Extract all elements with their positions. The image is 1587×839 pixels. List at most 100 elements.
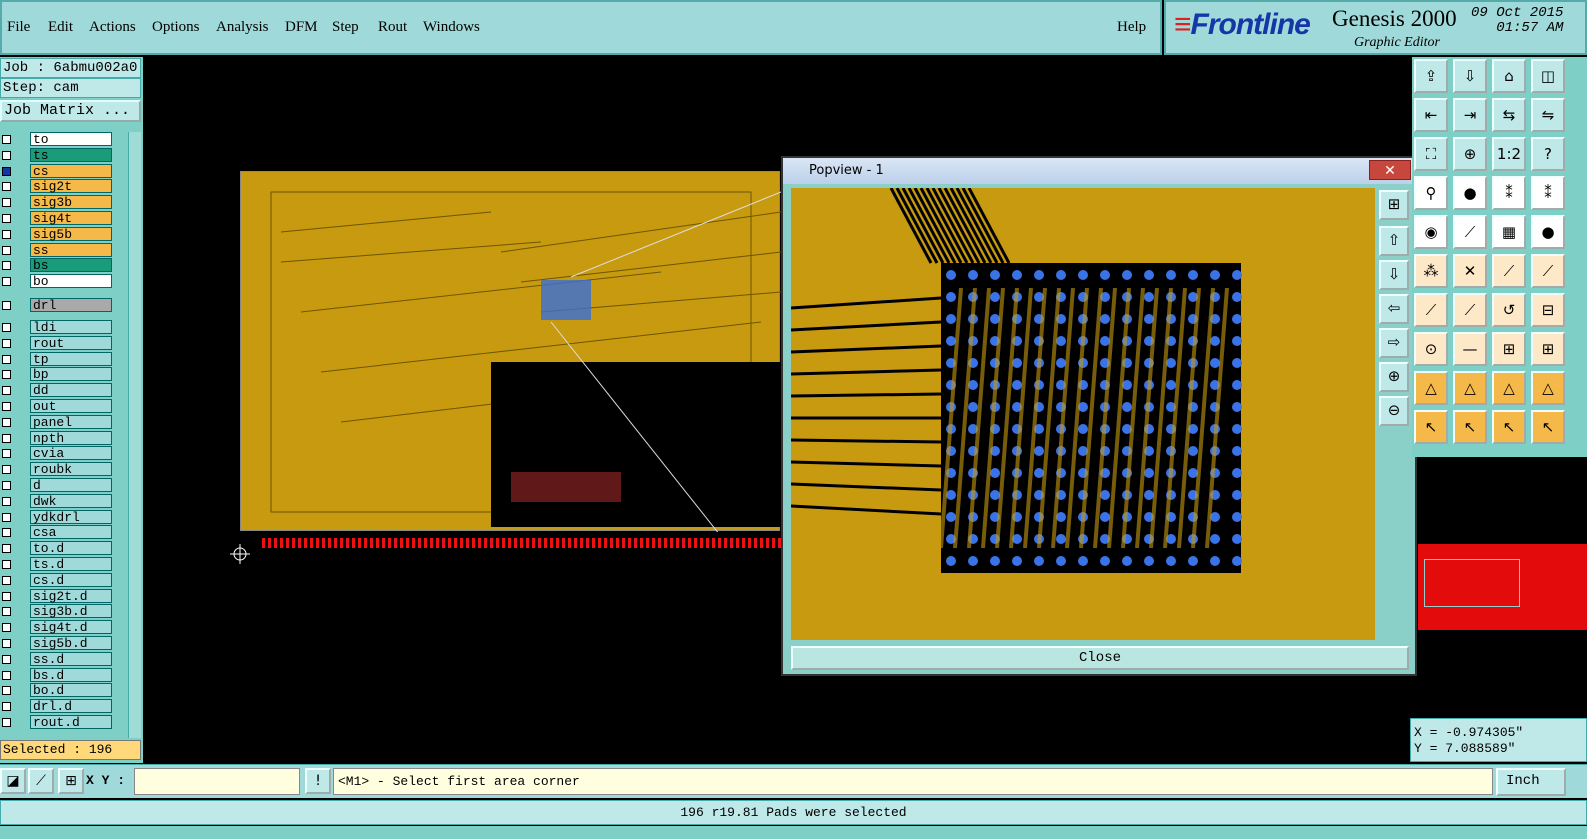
layer-checkbox[interactable] <box>2 135 11 144</box>
layer-name[interactable]: out <box>30 399 112 414</box>
tool-button-28-icon[interactable]: ⊟ <box>1531 293 1565 327</box>
layer-row-bs.d[interactable]: bs.d <box>0 667 127 683</box>
measure-icon[interactable]: ⟋ <box>28 768 54 794</box>
tool-button-21-icon[interactable]: ⁂ <box>1414 254 1448 288</box>
tool-button-15-icon[interactable]: ⁑ <box>1492 176 1526 210</box>
layer-checkbox[interactable] <box>2 528 11 538</box>
layer-row-sig3b.d[interactable]: sig3b.d <box>0 604 127 619</box>
popview-titlebar[interactable]: Popview - 1 <box>783 158 1415 184</box>
layer-row-npth[interactable]: npth <box>0 430 127 446</box>
layer-row-rout[interactable]: rout <box>0 335 127 351</box>
layer-name[interactable]: bo <box>30 274 112 289</box>
layer-row-ldi[interactable]: ldi <box>0 320 127 335</box>
menu-analysis[interactable]: Analysis <box>216 19 269 36</box>
layer-row-sig5b.d[interactable]: sig5b.d <box>0 636 127 651</box>
popview-close-button[interactable]: Close <box>791 646 1409 670</box>
layer-row-dd[interactable]: dd <box>0 383 127 398</box>
tool-button-7-icon[interactable]: ⇆ <box>1492 98 1526 132</box>
layer-row-cs[interactable]: cs <box>0 163 127 179</box>
layer-name[interactable]: cs.d <box>30 572 112 587</box>
popview-down-icon[interactable]: ⇩ <box>1379 260 1409 290</box>
tool-button-26-icon[interactable]: ⟋ <box>1453 293 1487 327</box>
layer-checkbox[interactable] <box>2 386 11 396</box>
unit-selector[interactable]: Inch <box>1496 768 1566 796</box>
layer-checkbox[interactable] <box>2 182 11 192</box>
tool-button-9-icon[interactable]: ⛶ <box>1414 137 1448 171</box>
tool-button-12-icon[interactable]: ? <box>1531 137 1565 171</box>
popview-fit-icon[interactable]: ⊞ <box>1379 190 1409 220</box>
layer-name[interactable]: npth <box>30 430 112 445</box>
layer-checkbox[interactable] <box>2 496 11 506</box>
layer-row-ss.d[interactable]: ss.d <box>0 651 127 667</box>
tool-button-30-icon[interactable]: — <box>1453 332 1487 366</box>
layer-name[interactable]: sig5b <box>30 226 112 241</box>
layer-checkbox[interactable] <box>2 229 11 239</box>
layer-checkbox[interactable] <box>2 417 11 427</box>
popview-zoomed-bga[interactable] <box>791 188 1375 640</box>
layer-name[interactable]: bs <box>30 258 112 273</box>
tool-button-8-icon[interactable]: ⇋ <box>1531 98 1565 132</box>
layer-checkbox[interactable] <box>2 354 11 364</box>
tool-button-1-icon[interactable]: ⇪ <box>1414 59 1448 93</box>
layer-row-sig4t[interactable]: sig4t <box>0 211 127 226</box>
tool-button-16-icon[interactable]: ⁑ <box>1531 176 1565 210</box>
layer-row-sig4t.d[interactable]: sig4t.d <box>0 620 127 635</box>
job-matrix-button[interactable]: Job Matrix ... <box>0 100 141 122</box>
layer-row-to[interactable]: to <box>0 132 127 147</box>
layer-row-d[interactable]: d <box>0 478 127 493</box>
menu-help[interactable]: Help <box>1117 19 1146 36</box>
layer-checkbox[interactable] <box>2 261 11 271</box>
zoom-area-icon[interactable]: ◪ <box>0 768 26 794</box>
layer-checkbox[interactable] <box>2 277 11 287</box>
layer-checkbox[interactable] <box>2 449 11 459</box>
layer-checkbox[interactable] <box>2 544 11 554</box>
layer-name[interactable]: ts.d <box>30 557 112 572</box>
layer-row-ss[interactable]: ss <box>0 242 127 258</box>
layer-name[interactable]: sig2t <box>30 179 112 194</box>
popview-close-icon[interactable]: ✕ <box>1369 160 1411 180</box>
layer-name[interactable]: panel <box>30 414 112 429</box>
layer-checkbox[interactable] <box>2 686 11 696</box>
popview-up-icon[interactable]: ⇧ <box>1379 226 1409 256</box>
tool-button-14-icon[interactable]: ● <box>1453 176 1487 210</box>
layer-name[interactable]: dwk <box>30 493 112 508</box>
layer-row-sig5b[interactable]: sig5b <box>0 226 127 242</box>
tool-button-40-icon[interactable]: ↖ <box>1531 410 1565 444</box>
layer-name[interactable]: bp <box>30 367 112 382</box>
tool-button-4-icon[interactable]: ◫ <box>1531 59 1565 93</box>
tool-button-5-icon[interactable]: ⇤ <box>1414 98 1448 132</box>
tool-button-3-icon[interactable]: ⌂ <box>1492 59 1526 93</box>
tool-button-31-icon[interactable]: ⊞ <box>1492 332 1526 366</box>
tool-button-6-icon[interactable]: ⇥ <box>1453 98 1487 132</box>
layer-name[interactable]: sig3b.d <box>30 604 112 619</box>
tool-button-33-icon[interactable]: △ <box>1414 371 1448 405</box>
layer-row-cs.d[interactable]: cs.d <box>0 572 127 588</box>
overview-view-box[interactable] <box>1424 559 1520 607</box>
tool-button-38-icon[interactable]: ↖ <box>1453 410 1487 444</box>
menu-dfm[interactable]: DFM <box>285 19 318 36</box>
layer-checkbox[interactable] <box>2 323 11 332</box>
layer-name[interactable]: sig4t <box>30 211 112 226</box>
layer-name[interactable]: ts <box>30 147 112 162</box>
grid-icon[interactable]: ⊞ <box>58 768 84 794</box>
popview-left-icon[interactable]: ⇦ <box>1379 294 1409 324</box>
layer-checkbox[interactable] <box>2 623 11 633</box>
layer-row-bs[interactable]: bs <box>0 258 127 273</box>
layer-checkbox[interactable] <box>2 560 11 569</box>
layer-name[interactable]: roubk <box>30 462 112 477</box>
layer-checkbox[interactable] <box>2 245 11 255</box>
menu-rout[interactable]: Rout <box>378 19 407 36</box>
tool-button-37-icon[interactable]: ↖ <box>1414 410 1448 444</box>
layer-row-sig2t[interactable]: sig2t <box>0 179 127 194</box>
popview-zoom-in-icon[interactable]: ⊕ <box>1379 362 1409 392</box>
layer-name[interactable]: sig4t.d <box>30 620 112 635</box>
layer-row-out[interactable]: out <box>0 399 127 414</box>
popview-right-icon[interactable]: ⇨ <box>1379 328 1409 358</box>
layer-row-ydkdrl[interactable]: ydkdrl <box>0 509 127 525</box>
layer-checkbox[interactable] <box>2 402 11 411</box>
tool-button-22-icon[interactable]: ✕ <box>1453 254 1487 288</box>
layer-name[interactable]: bs.d <box>30 667 112 682</box>
tool-button-18-icon[interactable]: ⟋ <box>1453 215 1487 249</box>
layer-checkbox[interactable] <box>2 591 11 601</box>
layer-row-panel[interactable]: panel <box>0 414 127 430</box>
